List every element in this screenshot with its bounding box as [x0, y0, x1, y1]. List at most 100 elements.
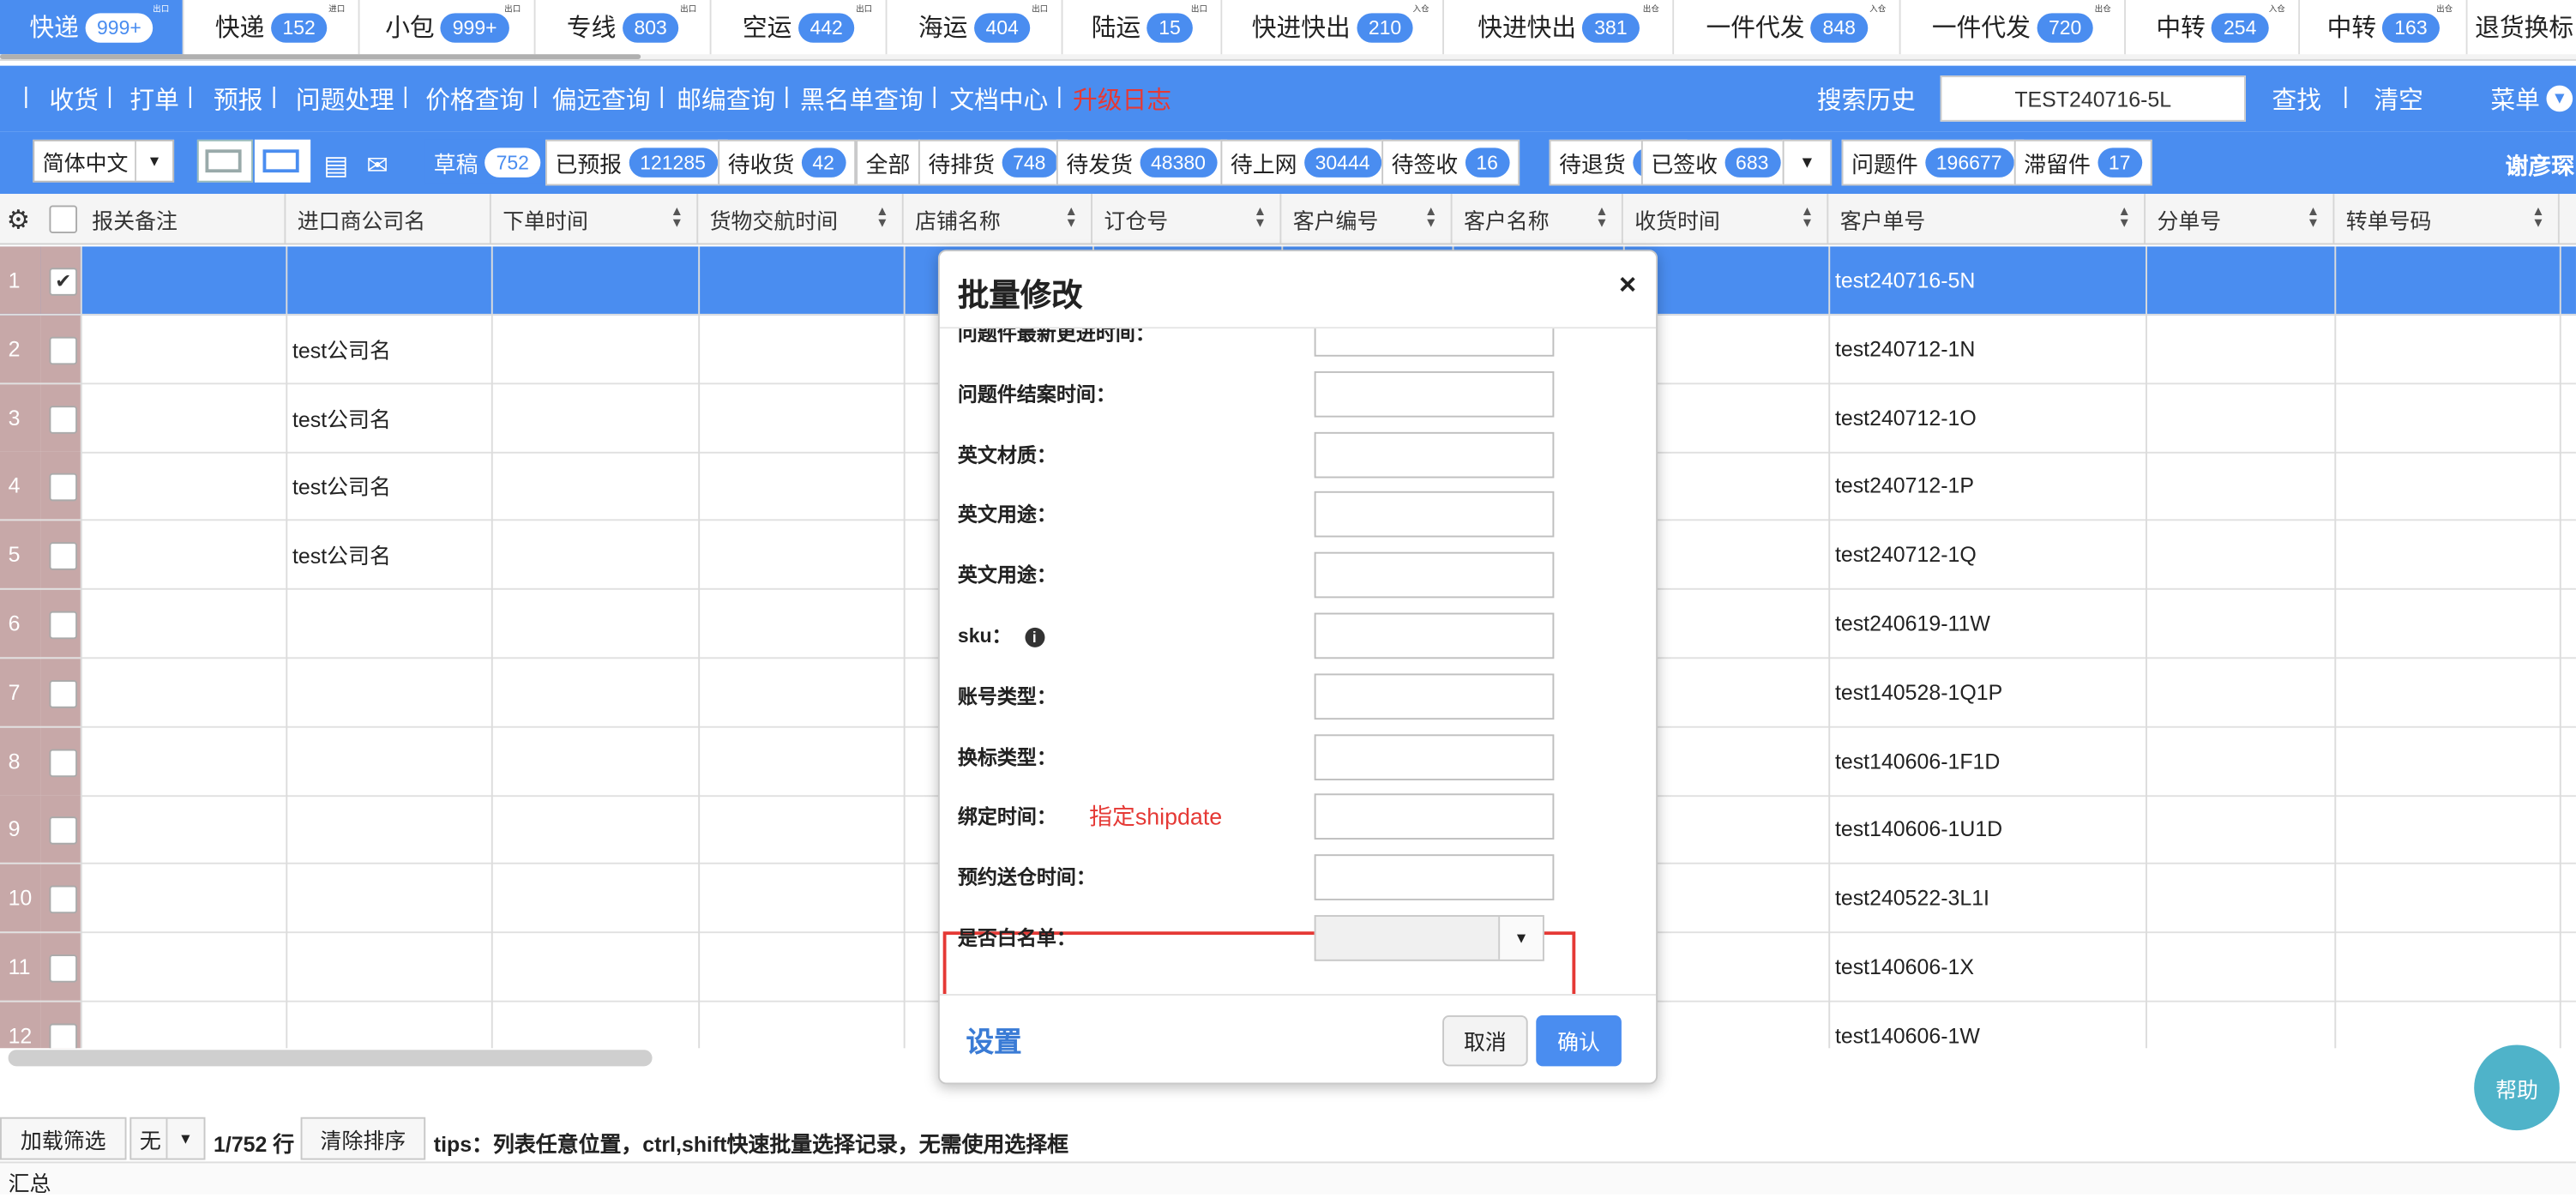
horizontal-scrollbar[interactable] — [8, 1050, 653, 1067]
module-tab[interactable]: 中转 163 出仓 — [2300, 0, 2468, 55]
filter-select[interactable]: 无 ▼ — [129, 1117, 206, 1160]
sort-icon[interactable]: ▲ ▼ — [671, 205, 683, 230]
clear-sort-button[interactable]: 清除排序 — [300, 1117, 426, 1160]
module-tab[interactable]: 退货换标 — [2467, 0, 2576, 55]
module-tab[interactable]: 陆运 15 出口 — [1062, 0, 1223, 55]
language-select[interactable]: 简体中文 ▼ — [33, 139, 175, 183]
status-filter[interactable]: 已签收 683 — [1640, 139, 1791, 186]
chevron-down-icon[interactable]: ▼ — [135, 141, 172, 181]
row-checkbox[interactable] — [49, 611, 78, 640]
row-checkbox[interactable] — [49, 679, 78, 708]
row-checkbox[interactable] — [49, 405, 78, 433]
column-header[interactable]: 进口商公司名 — [286, 194, 491, 244]
cancel-button[interactable]: 取消 — [1442, 1014, 1528, 1067]
find-button[interactable]: 查找 — [2272, 82, 2322, 117]
status-filter[interactable]: 待发货 48380 — [1056, 139, 1227, 186]
sort-icon[interactable]: ▲ ▼ — [1595, 205, 1608, 230]
column-header[interactable]: 客户编号 ▲ ▼ — [1281, 194, 1453, 244]
search-history-link[interactable]: 搜索历史 — [1817, 82, 1916, 117]
card-view-icon[interactable] — [254, 139, 311, 183]
status-filter[interactable]: 待排货 748 — [918, 139, 1068, 186]
column-header[interactable]: 订仓号 ▲ ▼ — [1092, 194, 1282, 244]
nav-link[interactable]: 黑名单查询 — [800, 82, 924, 117]
sort-icon[interactable]: ▲ ▼ — [876, 205, 888, 230]
nav-link[interactable]: 价格查询 — [425, 82, 524, 117]
list-view-icon[interactable] — [196, 139, 254, 183]
row-checkbox[interactable] — [49, 542, 78, 571]
column-header[interactable]: 下单时间 ▲ ▼ — [491, 194, 699, 244]
form-input[interactable] — [1314, 673, 1555, 719]
nav-link[interactable]: 邮编查询 — [677, 82, 775, 117]
module-tab[interactable]: 中转 254 入仓 — [2126, 0, 2301, 55]
sort-icon[interactable]: ▲ ▼ — [1424, 205, 1437, 230]
confirm-button[interactable]: 确认 — [1536, 1014, 1622, 1067]
nav-link[interactable]: 打单 — [129, 82, 179, 117]
form-input[interactable] — [1314, 370, 1555, 418]
module-tab[interactable]: 海运 404 出口 — [887, 0, 1063, 55]
column-header[interactable]: 报关备注 — [81, 194, 286, 244]
load-filter-button[interactable]: 加载筛选 — [0, 1117, 127, 1160]
sort-icon[interactable]: ▲ ▼ — [2118, 205, 2131, 230]
module-tab[interactable]: 空运 442 出口 — [711, 0, 888, 55]
form-input[interactable] — [1314, 612, 1555, 659]
column-header[interactable]: 转单号码 ▲ ▼ — [2334, 194, 2560, 244]
status-filter-draft[interactable]: 草稿 752 — [424, 139, 551, 186]
user-name[interactable]: 谢彦琛 — [2506, 149, 2574, 182]
form-input[interactable] — [1314, 854, 1555, 901]
clear-button[interactable]: 清空 — [2374, 82, 2423, 117]
form-input[interactable] — [1314, 328, 1555, 357]
chevron-down-icon[interactable]: ▼ — [1498, 917, 1543, 960]
module-tab[interactable]: 快进快出 381 出仓 — [1443, 0, 1675, 55]
form-input[interactable] — [1314, 552, 1555, 599]
status-filter[interactable]: 待上网 30444 — [1220, 139, 1392, 186]
form-input[interactable] — [1314, 491, 1555, 539]
status-filter-detained[interactable]: 滞留件 17 — [2013, 139, 2152, 186]
form-input[interactable] — [1314, 431, 1555, 478]
column-header[interactable]: 收货时间 ▲ ▼ — [1623, 194, 1829, 244]
row-checkbox[interactable] — [49, 1023, 78, 1049]
nav-link[interactable]: 预报 — [214, 82, 263, 117]
module-tab[interactable]: 快递 999+ 出口 — [0, 0, 184, 55]
close-icon[interactable]: × — [1619, 268, 1636, 302]
column-header[interactable]: 客户单号 ▲ ▼ — [1828, 194, 2146, 244]
row-checkbox[interactable] — [49, 473, 78, 503]
nav-link[interactable]: 偏远查询 — [552, 82, 651, 117]
sort-icon[interactable]: ▲ ▼ — [1065, 205, 1078, 230]
mail-icon[interactable]: ✉ — [366, 149, 388, 182]
status-filter-problem[interactable]: 问题件 196677 — [1841, 139, 2024, 186]
status-filter[interactable]: 待签收 16 — [1381, 139, 1520, 186]
column-header[interactable]: 货物交航时间 ▲ ▼ — [698, 194, 904, 244]
module-tab[interactable]: 快递 152 进口 — [184, 0, 360, 55]
column-header[interactable]: 店铺名称 ▲ ▼ — [904, 194, 1093, 244]
form-input[interactable] — [1314, 733, 1555, 780]
whitelist-select[interactable]: ▼ — [1314, 915, 1544, 961]
form-input[interactable] — [1314, 794, 1555, 840]
upgrade-log-link[interactable]: 升级日志 — [1073, 82, 1171, 117]
row-checkbox[interactable] — [49, 748, 78, 777]
search-input[interactable]: TEST240716-5L — [1940, 75, 2246, 122]
settings-link[interactable]: 设置 — [966, 1019, 1021, 1060]
more-statuses-dropdown[interactable]: ▼ — [1782, 139, 1833, 186]
row-checkbox[interactable]: ✔ — [49, 268, 78, 296]
help-button[interactable]: 帮助 — [2474, 1044, 2560, 1131]
row-checkbox[interactable] — [49, 816, 78, 846]
row-checkbox[interactable] — [49, 336, 78, 364]
column-header[interactable]: 分单号 ▲ ▼ — [2146, 194, 2335, 244]
module-tab[interactable]: 专线 803 出口 — [535, 0, 712, 55]
module-tab[interactable]: 小包 999+ 出口 — [359, 0, 536, 55]
status-filter[interactable]: 待收货 42 — [718, 139, 856, 186]
module-tab[interactable]: 一件代发 720 出仓 — [1900, 0, 2127, 55]
status-filter[interactable]: 已预报 121285 — [545, 139, 727, 186]
nav-link[interactable]: 文档中心 — [949, 82, 1048, 117]
row-checkbox[interactable] — [49, 885, 78, 914]
table-icon[interactable]: ▤ — [323, 149, 348, 182]
nav-link[interactable]: 收货 — [49, 82, 99, 117]
sort-icon[interactable]: ▲ ▼ — [1801, 205, 1814, 230]
tabs-scrollbar[interactable] — [0, 54, 641, 59]
column-header[interactable]: 客户名称 ▲ ▼ — [1453, 194, 1623, 244]
chevron-down-icon[interactable]: ▼ — [166, 1118, 203, 1159]
select-all-checkbox[interactable] — [49, 205, 78, 234]
sort-icon[interactable]: ▲ ▼ — [2307, 205, 2320, 230]
menu-button[interactable]: 菜单 — [2490, 82, 2540, 117]
sort-icon[interactable]: ▲ ▼ — [1254, 205, 1267, 230]
